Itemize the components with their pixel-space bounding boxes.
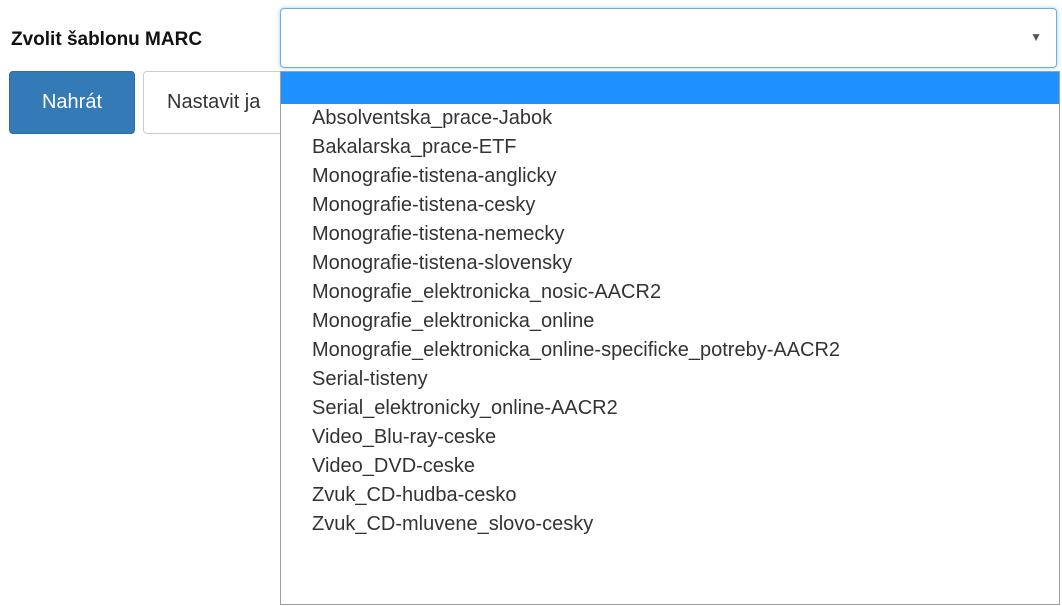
dropdown-option[interactable]: Monografie-tistena-slovensky [281, 249, 1059, 278]
triangle-down-icon[interactable]: ▼ [1030, 31, 1042, 43]
dropdown-option[interactable]: Bakalarska_prace-ETF [281, 133, 1059, 162]
dropdown-option[interactable]: Absolventska_prace-Jabok [281, 104, 1059, 133]
marc-template-select[interactable]: ▼ [280, 8, 1057, 68]
dropdown-option-blank[interactable] [281, 72, 1059, 104]
dropdown-option[interactable]: Zvuk_CD-mluvene_slovo-cesky [281, 510, 1059, 539]
dropdown-option[interactable]: Monografie_elektronicka_online [281, 307, 1059, 336]
dropdown-option[interactable]: Zvuk_CD-hudba-cesko [281, 481, 1059, 510]
marc-template-dropdown-list[interactable]: Absolventska_prace-Jabok Bakalarska_prac… [280, 71, 1060, 605]
dropdown-option[interactable]: Video_DVD-ceske [281, 452, 1059, 481]
dropdown-option[interactable]: Monografie-tistena-anglicky [281, 162, 1059, 191]
dropdown-option[interactable]: Serial-tisteny [281, 365, 1059, 394]
dropdown-option[interactable]: Serial_elektronicky_online-AACR2 [281, 394, 1059, 423]
marc-template-label: Zvolit šablonu MARC [11, 29, 203, 50]
dropdown-option[interactable]: Video_Blu-ray-ceske [281, 423, 1059, 452]
dropdown-option[interactable]: Monografie-tistena-nemecky [281, 220, 1059, 249]
upload-button[interactable]: Nahrát [9, 71, 135, 134]
dropdown-option[interactable]: Monografie-tistena-cesky [281, 191, 1059, 220]
dropdown-option[interactable]: Monografie_elektronicka_nosic-AACR2 [281, 278, 1059, 307]
dropdown-option[interactable]: Monografie_elektronicka_online-specifick… [281, 336, 1059, 365]
settings-button[interactable]: Nastavit ja [143, 71, 303, 134]
